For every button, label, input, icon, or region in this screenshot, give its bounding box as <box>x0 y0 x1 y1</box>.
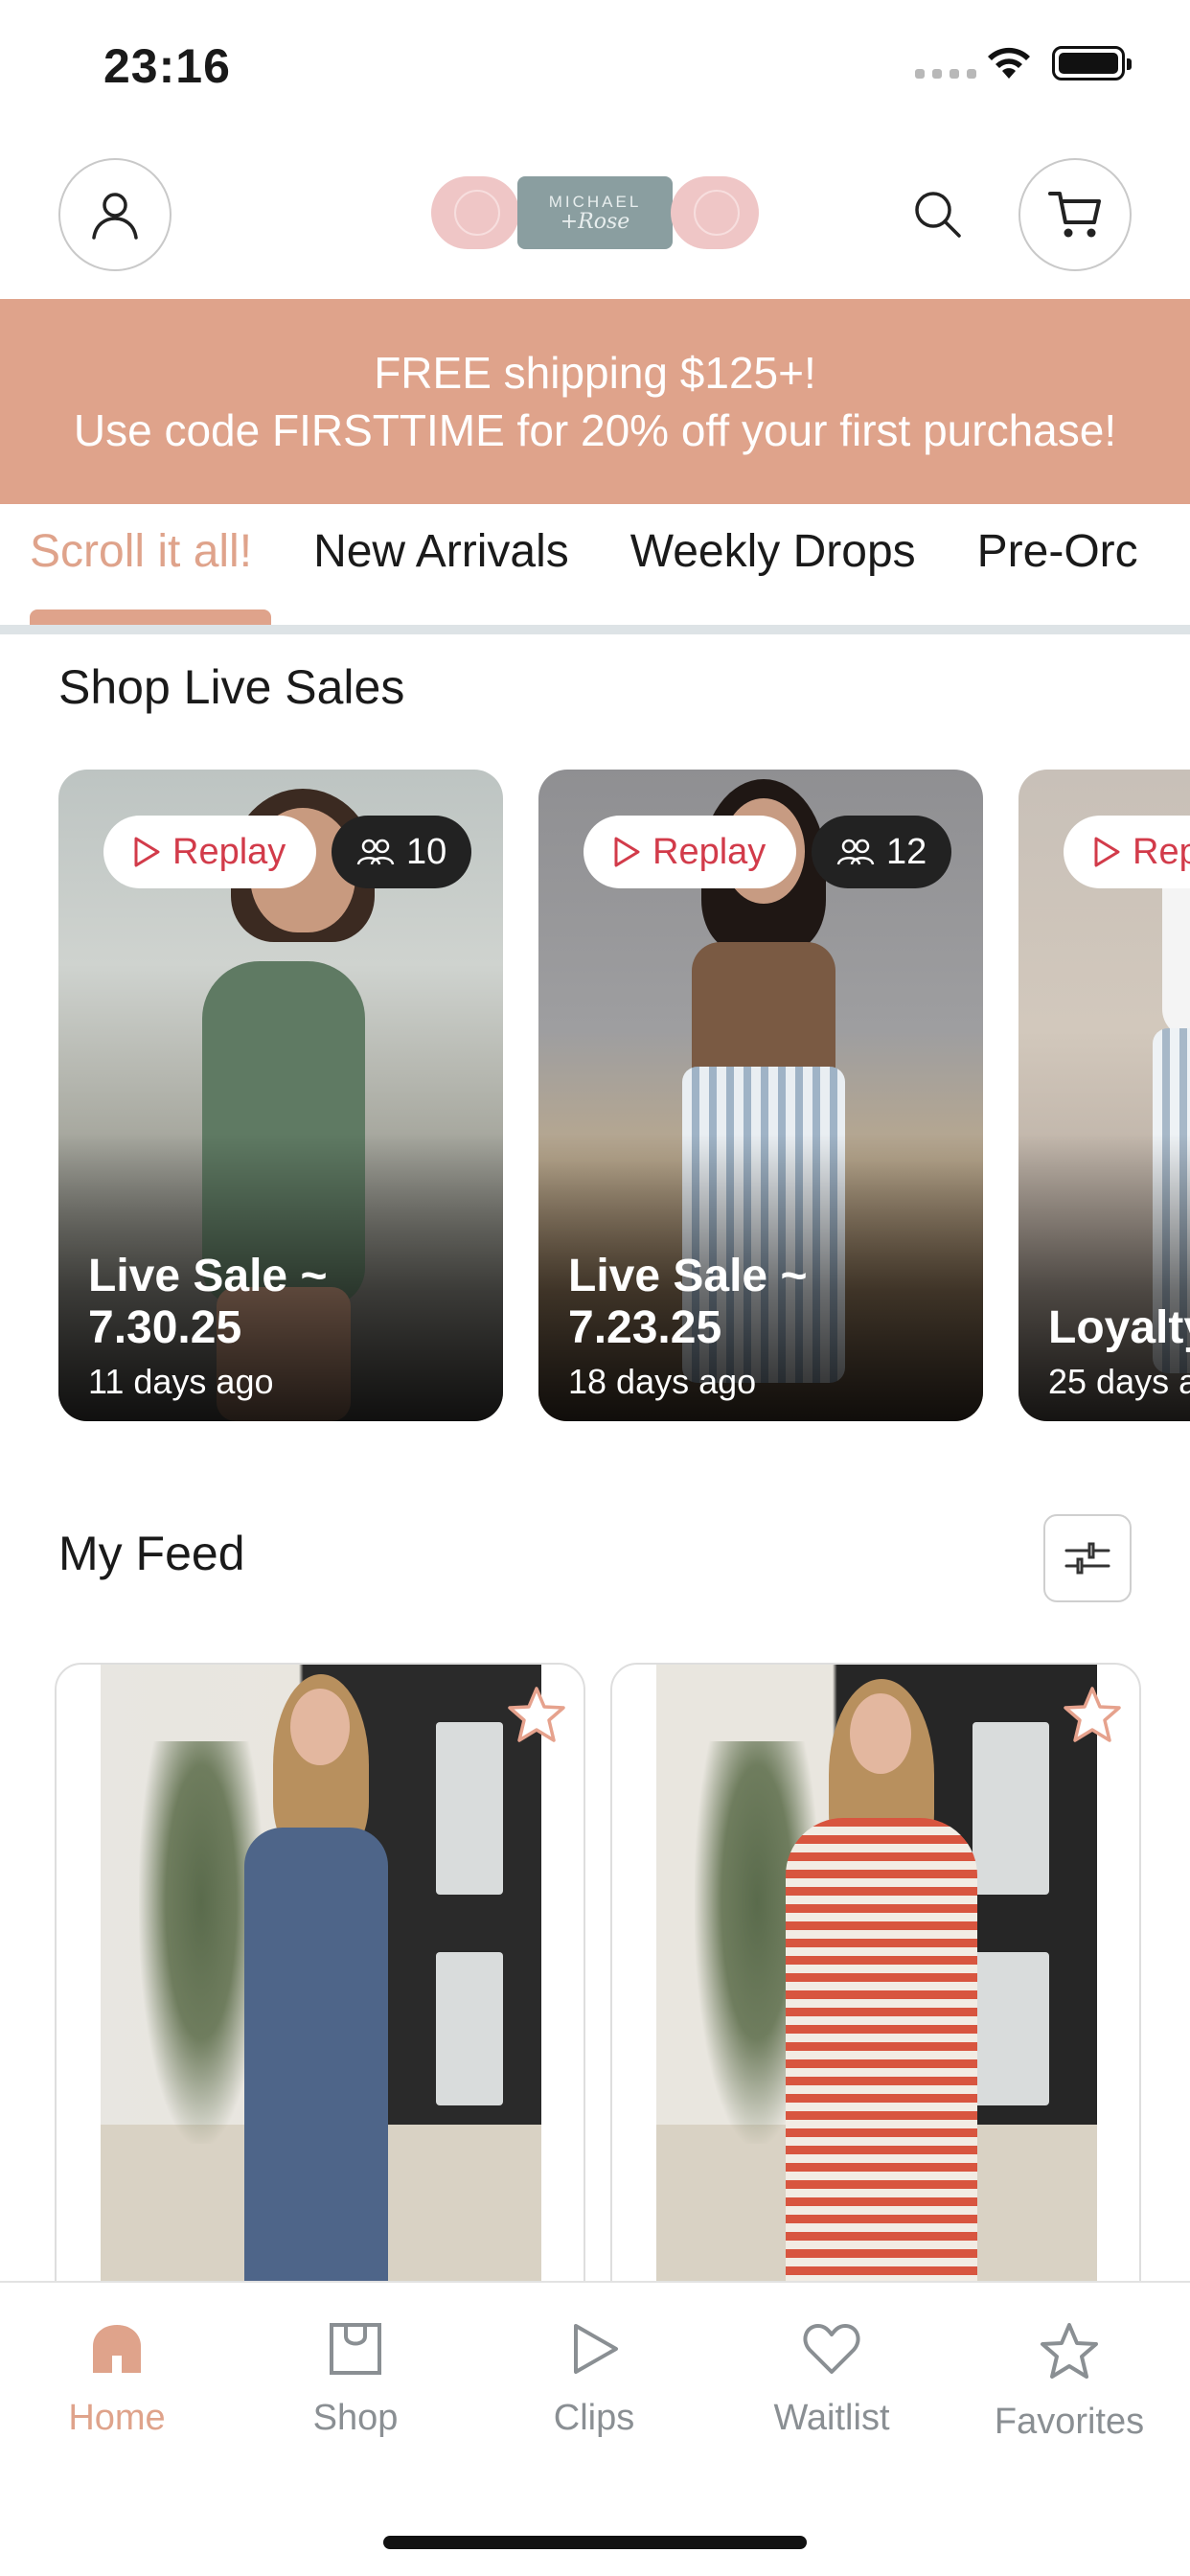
viewer-count-badge: 12 <box>812 816 952 888</box>
replay-label: Replay <box>652 831 767 872</box>
nav-favorites[interactable]: Favorites <box>973 2321 1165 2443</box>
promo-shipping-text: FREE shipping $125+! <box>374 348 816 398</box>
rose-right <box>671 176 759 249</box>
cart-button[interactable] <box>1018 158 1132 271</box>
nav-shop-label: Shop <box>312 2398 399 2438</box>
live-sales-title: Shop Live Sales <box>58 660 405 714</box>
my-feed-title: My Feed <box>58 1527 245 1580</box>
viewer-count-badge: 10 <box>332 816 472 888</box>
search-button[interactable] <box>905 182 969 245</box>
star-outline-icon <box>508 1687 565 1742</box>
product-image <box>656 1665 1097 2293</box>
status-bar: 23:16 <box>0 0 1190 134</box>
battery-icon <box>1052 46 1132 80</box>
status-time: 23:16 <box>103 39 231 93</box>
nav-waitlist[interactable]: Waitlist <box>736 2321 927 2439</box>
live-sale-name: Live Sale ~ 7.23.25 <box>568 1251 808 1353</box>
home-icon <box>93 2325 141 2373</box>
live-sale-name: Live Sale ~ 7.30.25 <box>88 1251 328 1353</box>
favorite-star-button[interactable] <box>503 1682 570 1749</box>
live-sale-age: 25 days a <box>1048 1362 1190 1401</box>
promo-banner[interactable]: FREE shipping $125+! Use code FIRSTTIME … <box>0 299 1190 504</box>
active-tab-indicator <box>30 610 271 625</box>
brand-logo[interactable]: MICHAEL +Rose <box>431 176 759 249</box>
user-icon <box>92 193 138 240</box>
live-sale-card[interactable]: Replay 12 Live Sale ~ 7.23.25 18 days ag… <box>538 770 983 1421</box>
nav-clips[interactable]: Clips <box>498 2321 690 2439</box>
promo-code-text: Use code FIRSTTIME for 20% off your firs… <box>73 405 1117 455</box>
viewer-count: 10 <box>406 831 447 872</box>
nav-shop[interactable]: Shop <box>260 2321 451 2439</box>
live-sale-name: Loyalty ~ 7.16.2 <box>1048 1302 1190 1353</box>
logo-plate: MICHAEL +Rose <box>517 176 673 249</box>
wifi-icon <box>985 44 1033 85</box>
rose-left <box>431 176 519 249</box>
cart-icon <box>1048 192 1101 238</box>
tab-pre-orders[interactable]: Pre-Orc <box>977 525 1138 578</box>
replay-badge[interactable]: Rep <box>1064 816 1190 888</box>
replay-label: Replay <box>172 831 286 872</box>
shopping-bag-icon <box>330 2323 381 2375</box>
product-image <box>101 1665 541 2293</box>
replay-label: Rep <box>1133 831 1190 872</box>
tab-new-arrivals[interactable]: New Arrivals <box>313 525 569 578</box>
feed-filter-button[interactable] <box>1043 1514 1132 1602</box>
live-sales-carousel[interactable]: Replay 10 Live Sale ~ 7.30.25 11 days ag… <box>0 770 1190 1421</box>
nav-home[interactable]: Home <box>21 2321 213 2439</box>
people-icon <box>836 839 875 865</box>
star-icon <box>1041 2323 1098 2379</box>
tabs-divider <box>0 625 1190 634</box>
app-header: MICHAEL +Rose <box>0 134 1190 299</box>
home-indicator <box>383 2536 807 2549</box>
bottom-tab-bar: Home Shop Clips Waitlist Favorites <box>0 2281 1190 2576</box>
account-button[interactable] <box>58 158 172 271</box>
tab-weekly-drops[interactable]: Weekly Drops <box>630 525 916 578</box>
play-outline-icon <box>134 837 160 867</box>
viewer-count: 12 <box>886 831 927 872</box>
category-tabs: Scroll it all! New Arrivals Weekly Drops… <box>0 504 1190 634</box>
product-card[interactable] <box>610 1663 1141 2295</box>
tab-scroll-it-all[interactable]: Scroll it all! <box>30 525 252 578</box>
cellular-signal-icon <box>915 69 976 79</box>
play-outline-icon <box>1094 837 1120 867</box>
search-icon <box>915 192 961 238</box>
product-card[interactable] <box>55 1663 585 2295</box>
nav-clips-label: Clips <box>553 2398 635 2438</box>
nav-favorites-label: Favorites <box>994 2402 1145 2442</box>
play-outline-icon <box>614 837 640 867</box>
live-sale-age: 11 days ago <box>88 1362 274 1401</box>
favorite-star-button[interactable] <box>1059 1682 1126 1749</box>
nav-home-label: Home <box>68 2398 166 2438</box>
star-outline-icon <box>1064 1687 1121 1742</box>
heart-icon <box>803 2324 860 2374</box>
logo-text-michael: MICHAEL <box>548 192 642 211</box>
replay-badge[interactable]: Replay <box>103 816 317 888</box>
people-icon <box>356 839 395 865</box>
live-sale-card[interactable]: Rep Loyalty ~ 7.16.2 25 days a <box>1018 770 1190 1421</box>
play-icon <box>574 2324 618 2374</box>
logo-text-rose: +Rose <box>560 209 630 234</box>
sliders-icon <box>1064 1542 1110 1575</box>
live-sale-age: 18 days ago <box>568 1362 757 1401</box>
nav-waitlist-label: Waitlist <box>773 2398 890 2438</box>
live-sale-card[interactable]: Replay 10 Live Sale ~ 7.30.25 11 days ag… <box>58 770 503 1421</box>
replay-badge[interactable]: Replay <box>584 816 797 888</box>
